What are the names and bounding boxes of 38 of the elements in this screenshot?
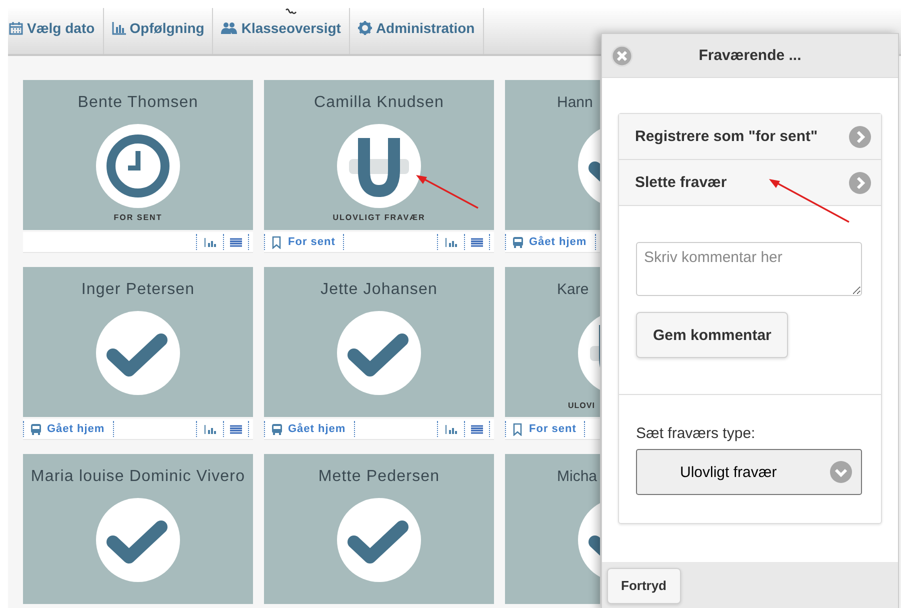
cancel-button[interactable]: Fortryd <box>607 568 680 604</box>
status-link[interactable]: Gået hjem <box>23 421 114 437</box>
student-name: Jette Johansen <box>320 281 438 299</box>
save-button[interactable]: Gem kommentar <box>636 312 788 358</box>
nav-link[interactable]: Administration <box>350 8 484 54</box>
student-name: Mette Pedersen <box>318 468 440 486</box>
status-link[interactable]: Gået hjem <box>264 421 355 437</box>
nav-link[interactable]: Opfølgning <box>104 8 214 54</box>
student-card[interactable]: Mette Pedersen <box>264 454 494 604</box>
student-name: Inger Petersen <box>81 281 195 299</box>
status-label: ULOVI <box>567 401 595 410</box>
status-label: ULOVLIGT FRAVÆR <box>332 213 426 222</box>
status-link[interactable]: Gået hjem <box>505 234 596 250</box>
student-name: Kare <box>556 281 589 298</box>
student-name: Hann <box>556 94 593 111</box>
student-card[interactable]: Hann <box>505 80 600 230</box>
menu-item[interactable]: Registrere som "for sent" <box>619 114 881 160</box>
student-name: Maria louise Dominic Vivero <box>30 468 246 486</box>
student-name: Micha <box>556 468 598 485</box>
student-card[interactable]: Camilla Knudsen ULOVLIGT FRAVÆR <box>264 80 494 230</box>
student-name: Bente Thomsen <box>78 94 198 112</box>
student-card[interactable]: Micha <box>505 454 600 604</box>
student-card[interactable]: Inger Petersen <box>23 267 253 417</box>
field-label: Sæt fraværs type: <box>636 425 756 442</box>
status-link[interactable]: For sent <box>264 234 344 250</box>
comment-field[interactable]: Skriv kommentar her <box>636 242 862 296</box>
status-label: FOR SENT <box>114 213 162 222</box>
student-card[interactable]: Kare ULOVI <box>505 267 600 417</box>
student-card[interactable]: Jette Johansen <box>264 267 494 417</box>
panel-title: Fraværende ... <box>698 47 802 64</box>
nav-link[interactable]: Klasseoversigt <box>213 8 350 54</box>
student-name: Camilla Knudsen <box>314 94 444 112</box>
nav-link[interactable]: Vælg dato <box>8 8 104 54</box>
student-card[interactable]: Maria louise Dominic Vivero <box>23 454 253 604</box>
menu-item[interactable]: Slette fravær <box>619 160 881 206</box>
student-card[interactable]: Bente Thomsen FOR SENT <box>23 80 253 230</box>
status-link[interactable]: For sent <box>505 421 586 437</box>
type-dropdown[interactable]: Ulovligt fravær <box>636 449 862 495</box>
